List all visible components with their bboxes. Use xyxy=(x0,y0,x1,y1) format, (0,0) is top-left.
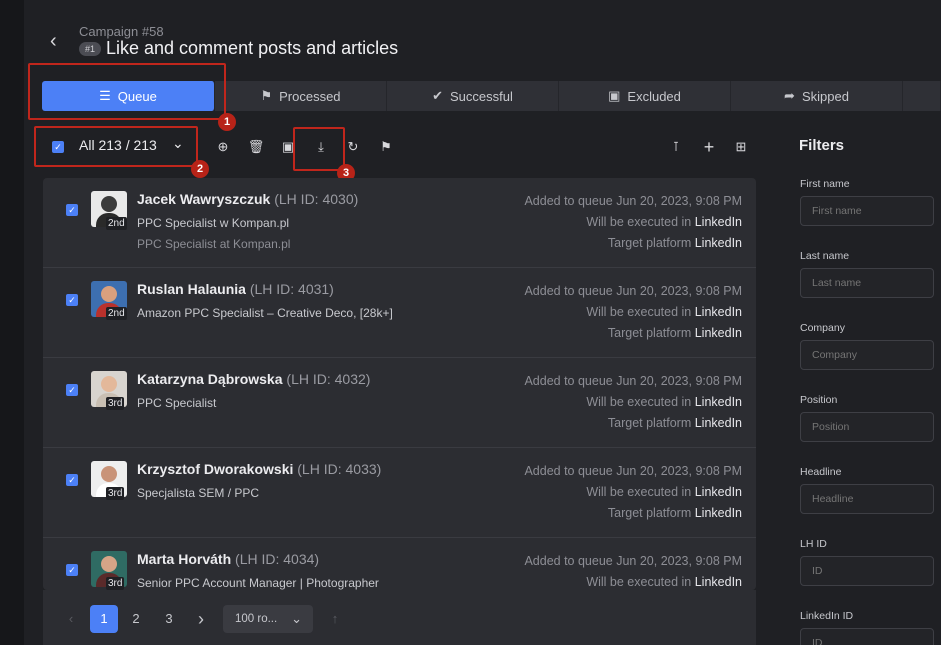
page-button-1[interactable]: 1 xyxy=(90,605,118,633)
connection-degree-badge: 2nd xyxy=(106,217,127,230)
target-platform: Target platform LinkedIn xyxy=(607,416,742,430)
last-name-input[interactable] xyxy=(800,268,934,298)
list-item[interactable]: ✓ 2nd Jacek Wawryszczuk (LH ID: 4030) PP… xyxy=(43,178,756,268)
target-platform: Target platform LinkedIn xyxy=(607,236,742,250)
page-button-3[interactable]: 3 xyxy=(155,605,183,633)
first-name-input[interactable] xyxy=(800,196,934,226)
executed-in: Will be executed in LinkedIn xyxy=(586,215,742,229)
annotation-number-1: 1 xyxy=(218,113,236,131)
lh-id-input[interactable] xyxy=(800,556,934,586)
skip-icon: ➦ xyxy=(784,88,795,103)
queue-list: ✓ 2nd Jacek Wawryszczuk (LH ID: 4030) PP… xyxy=(43,178,756,590)
added-date: Added to queue Jun 20, 2023, 9:08 PM xyxy=(524,464,742,478)
contact-headline: Amazon PPC Specialist – Creative Deco, [… xyxy=(137,306,393,320)
exclude-icon[interactable]: ▣ xyxy=(279,138,297,156)
tab-label: Excluded xyxy=(627,88,681,104)
collapse-icon[interactable]: ⊺ xyxy=(667,138,685,156)
added-date: Added to queue Jun 20, 2023, 9:08 PM xyxy=(524,194,742,208)
executed-in: Will be executed in LinkedIn xyxy=(586,485,742,499)
tag-icon[interactable]: ⚑ xyxy=(377,138,395,156)
chevron-down-icon: ⌄ xyxy=(291,611,302,626)
linkedin-id-input[interactable] xyxy=(800,628,934,645)
scroll-top-arrow-icon[interactable]: ↑ xyxy=(321,605,349,633)
row-checkbox[interactable]: ✓ xyxy=(66,474,78,486)
tab-excluded[interactable]: ▣ Excluded xyxy=(559,81,731,111)
next-page-icon[interactable]: › xyxy=(187,605,215,633)
page-title: Like and comment posts and articles xyxy=(106,38,399,58)
step-badge: #1 xyxy=(79,42,101,56)
contact-position: PPC Specialist at Kompan.pl xyxy=(137,237,291,251)
connection-degree-badge: 3rd xyxy=(106,487,125,500)
grid-icon[interactable]: ⊞ xyxy=(732,138,750,156)
contact-name[interactable]: Krzysztof Dworakowski (LH ID: 4033) xyxy=(137,461,381,477)
annotation-box-1 xyxy=(28,63,226,120)
filter-label-lh-id: LH ID xyxy=(800,538,827,550)
headline-input[interactable] xyxy=(800,484,934,514)
tab-label: Successful xyxy=(450,88,513,104)
tab-successful[interactable]: ✔ Successful xyxy=(387,81,559,111)
filter-label-linkedin-id: LinkedIn ID xyxy=(800,610,854,622)
filter-label-last-name: Last name xyxy=(800,250,850,262)
tab-skipped[interactable]: ➦ Skipped xyxy=(731,81,903,111)
target-platform: Target platform LinkedIn xyxy=(607,326,742,340)
list-item[interactable]: ✓ 3rd Marta Horváth (LH ID: 4034) Senior… xyxy=(43,538,756,590)
row-checkbox[interactable]: ✓ xyxy=(66,294,78,306)
download-icon[interactable]: ⤓ xyxy=(312,138,330,156)
row-checkbox[interactable]: ✓ xyxy=(66,564,78,576)
filter-label-position: Position xyxy=(800,394,838,406)
annotation-number-2: 2 xyxy=(191,160,209,178)
row-checkbox[interactable]: ✓ xyxy=(66,384,78,396)
contact-name[interactable]: Jacek Wawryszczuk (LH ID: 4030) xyxy=(137,191,358,207)
list-item[interactable]: ✓ 2nd Ruslan Halaunia (LH ID: 4031) Amaz… xyxy=(43,268,756,358)
back-chevron-icon[interactable]: ‹ xyxy=(50,30,68,52)
filter-label-company: Company xyxy=(800,322,845,334)
prev-page-icon[interactable]: ‹ xyxy=(57,605,85,633)
contact-name[interactable]: Katarzyna Dąbrowska (LH ID: 4032) xyxy=(137,371,370,387)
added-date: Added to queue Jun 20, 2023, 9:08 PM xyxy=(524,284,742,298)
row-checkbox[interactable]: ✓ xyxy=(66,204,78,216)
tab-processed[interactable]: ⚑ Processed xyxy=(215,81,387,111)
executed-in: Will be executed in LinkedIn xyxy=(586,395,742,409)
refresh-icon[interactable]: ↻ xyxy=(344,138,362,156)
added-date: Added to queue Jun 20, 2023, 9:08 PM xyxy=(524,374,742,388)
list-item[interactable]: ✓ 3rd Katarzyna Dąbrowska (LH ID: 4032) … xyxy=(43,358,756,448)
target-platform: Target platform LinkedIn xyxy=(607,506,742,520)
trash-icon[interactable]: 🗑 xyxy=(247,138,265,156)
rows-per-page-value: 100 ro... xyxy=(235,613,278,625)
rows-per-page-select[interactable]: 100 ro... ⌄ xyxy=(223,605,313,633)
check-icon: ✔ xyxy=(432,88,444,103)
position-input[interactable] xyxy=(800,412,934,442)
filter-label-headline: Headline xyxy=(800,466,842,478)
page-button-2[interactable]: 2 xyxy=(122,605,150,633)
filters-title: Filters xyxy=(799,137,845,154)
executed-in: Will be executed in LinkedIn xyxy=(586,305,742,319)
connection-degree-badge: 3rd xyxy=(106,577,125,590)
filter-label-first-name: First name xyxy=(800,178,850,190)
list-item[interactable]: ✓ 3rd Krzysztof Dworakowski (LH ID: 4033… xyxy=(43,448,756,538)
add-to-list-icon[interactable]: ⊕ xyxy=(214,138,232,156)
tab-label: Skipped xyxy=(801,88,849,104)
contact-name[interactable]: Ruslan Halaunia (LH ID: 4031) xyxy=(137,281,334,297)
select-all-label[interactable]: All 213 / 213 xyxy=(79,137,157,153)
company-input[interactable] xyxy=(800,340,934,370)
contact-headline: PPC Specialist xyxy=(137,396,217,410)
contact-headline: PPC Specialist w Kompan.pl xyxy=(137,216,290,230)
contact-headline: Specjalista SEM / PPC xyxy=(137,486,260,500)
tab-more[interactable] xyxy=(903,81,941,111)
executed-in: Will be executed in LinkedIn xyxy=(586,575,742,589)
tab-label: Processed xyxy=(279,88,341,104)
excluded-icon: ▣ xyxy=(608,88,621,103)
plus-icon[interactable]: + xyxy=(700,138,718,156)
left-sidebar-strip xyxy=(0,0,24,645)
connection-degree-badge: 3rd xyxy=(106,397,125,410)
contact-name[interactable]: Marta Horváth (LH ID: 4034) xyxy=(137,551,319,567)
chevron-down-icon[interactable]: ⌄ xyxy=(172,135,184,152)
connection-degree-badge: 2nd xyxy=(106,307,127,320)
flag-icon: ⚑ xyxy=(260,88,273,103)
added-date: Added to queue Jun 20, 2023, 9:08 PM xyxy=(524,554,742,568)
campaign-id: Campaign #58 xyxy=(79,24,164,39)
contact-headline: Senior PPC Account Manager | Photographe… xyxy=(137,576,379,590)
select-all-checkbox[interactable]: ✓ xyxy=(52,141,64,153)
